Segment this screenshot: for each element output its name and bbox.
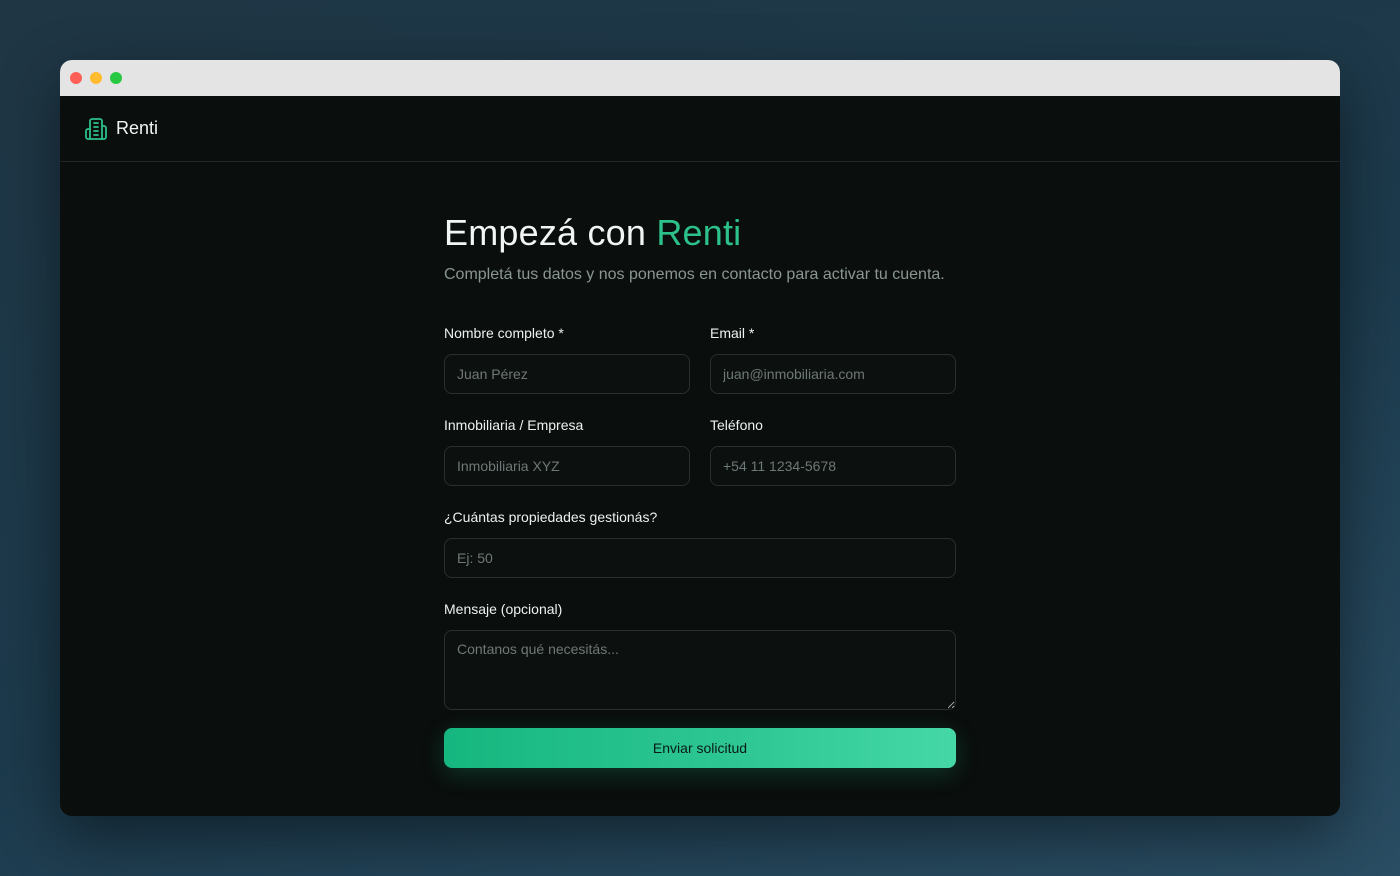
close-window-button[interactable]	[70, 72, 82, 84]
page-title-accent: Renti	[656, 212, 742, 253]
page-subtitle: Completá tus datos y nos ponemos en cont…	[444, 266, 945, 283]
minimize-window-button[interactable]	[90, 72, 102, 84]
email-field-group: Email *	[710, 324, 956, 394]
building-icon[interactable]	[84, 117, 108, 141]
properties-input[interactable]	[444, 538, 956, 578]
name-label: Nombre completo *	[444, 325, 564, 341]
window-titlebar	[60, 60, 1340, 96]
phone-field-group: Teléfono	[710, 416, 956, 486]
phone-input[interactable]	[710, 446, 956, 486]
email-input[interactable]	[710, 354, 956, 394]
message-textarea[interactable]	[444, 630, 956, 710]
email-label: Email *	[710, 325, 755, 341]
phone-label: Teléfono	[710, 417, 763, 433]
submit-button[interactable]: Enviar solicitud	[444, 728, 956, 768]
submit-row: Enviar solicitud	[444, 728, 956, 768]
page-title-prefix: Empezá con	[444, 212, 647, 253]
properties-field-group: ¿Cuántas propiedades gestionás?	[444, 508, 956, 578]
top-navbar: Renti	[60, 96, 1340, 162]
message-field-group: Mensaje (opcional)	[444, 600, 956, 710]
form-row-name-email: Nombre completo * Email *	[444, 324, 956, 394]
company-label: Inmobiliaria / Empresa	[444, 417, 584, 433]
message-label: Mensaje (opcional)	[444, 601, 563, 617]
page-title: Empezá con Renti	[444, 212, 956, 254]
brand-name[interactable]: Renti	[116, 118, 158, 139]
form-row-company-phone: Inmobiliaria / Empresa Teléfono	[444, 416, 956, 486]
company-input[interactable]	[444, 446, 690, 486]
browser-window: Renti Empezá con Renti Completá tus dato…	[60, 60, 1340, 816]
properties-label: ¿Cuántas propiedades gestionás?	[444, 509, 658, 525]
signup-form: Empezá con Renti Completá tus datos y no…	[444, 212, 956, 768]
maximize-window-button[interactable]	[110, 72, 122, 84]
company-field-group: Inmobiliaria / Empresa	[444, 416, 690, 486]
name-field-group: Nombre completo *	[444, 324, 690, 394]
name-input[interactable]	[444, 354, 690, 394]
